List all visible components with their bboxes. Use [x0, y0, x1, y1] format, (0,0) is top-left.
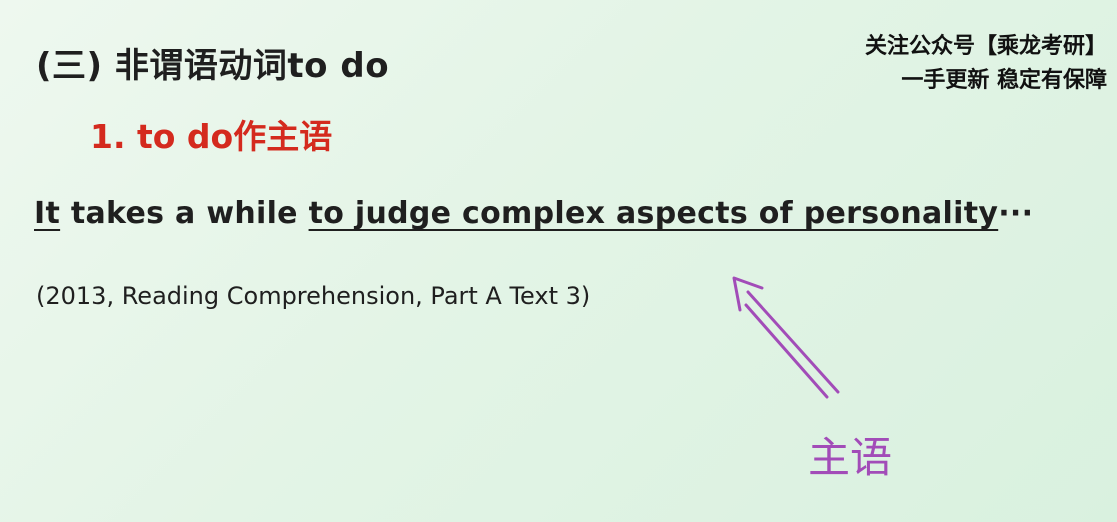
slide: 关注公众号【乘龙考研】 一手更新 稳定有保障 (三) 非谓语动词to do 1.… [0, 0, 1117, 522]
annotation-arrow-icon [732, 276, 840, 399]
subject-label: 主语 [808, 433, 893, 482]
